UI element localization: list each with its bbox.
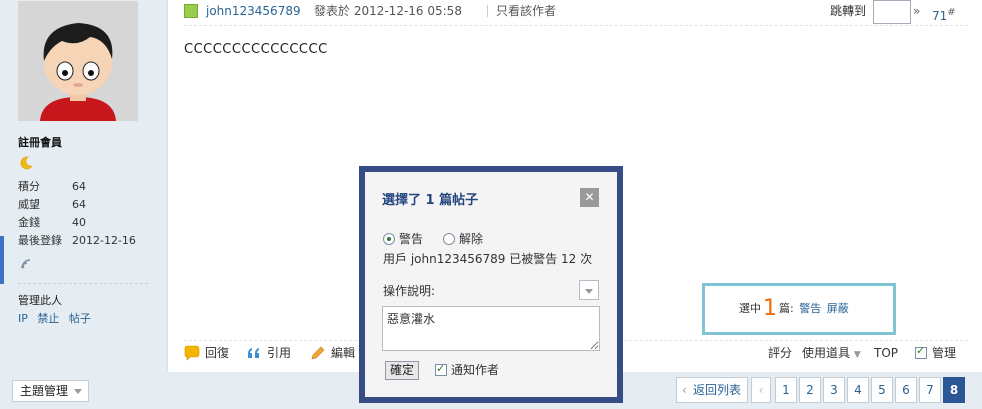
page-link[interactable]: 3 <box>823 377 845 403</box>
page-link[interactable]: 6 <box>895 377 917 403</box>
prev-page-icon[interactable]: ‹ <box>751 377 771 403</box>
stat-value: 2012-12-16 <box>72 234 136 247</box>
avatar[interactable] <box>18 1 138 121</box>
dialog-title: 選擇了 1 篇帖子 <box>382 193 479 208</box>
jump-floor-input[interactable] <box>873 0 911 24</box>
reply-label: 回復 <box>205 346 230 360</box>
stat-label: 威望 <box>18 198 40 211</box>
selected-prefix: 選中 <box>739 302 761 315</box>
page-link[interactable]: 7 <box>919 377 941 403</box>
jump-label: 跳轉到 <box>830 4 867 18</box>
thread-manage-dropdown[interactable]: 主題管理 <box>12 380 90 402</box>
author-link[interactable]: john123456789 <box>206 0 301 22</box>
chevron-down-icon: ▼ <box>853 350 861 360</box>
warning-count-text: 用戶 john123456789 已被警告 12 次 <box>383 252 593 266</box>
stat-value: 64 <box>72 180 86 193</box>
remove-warning-radio[interactable]: 解除 <box>443 230 483 247</box>
top-link[interactable]: TOP <box>874 341 898 365</box>
manage-label: 管理 <box>932 346 957 360</box>
reason-textarea[interactable]: 惡意灌水 <box>382 306 600 351</box>
manage-checkbox[interactable] <box>915 345 927 359</box>
avatar-image <box>18 1 138 121</box>
moderation-selection-box: 選中1 篇: 警告 屏蔽 <box>702 283 896 335</box>
edit-button[interactable]: 編輯 <box>310 341 355 365</box>
remove-radio-label: 解除 <box>459 232 484 246</box>
sidebar-divider <box>18 283 148 284</box>
side-tab[interactable] <box>0 236 4 284</box>
edit-label: 編輯 <box>331 346 356 360</box>
warn-radio[interactable]: 警告 <box>383 230 423 247</box>
reason-label: 操作說明: <box>383 284 436 298</box>
online-user-icon <box>184 4 198 18</box>
current-page: 8 <box>943 377 965 403</box>
notify-author-checkbox-group[interactable]: 通知作者 <box>435 361 499 378</box>
post-header: john123456789 發表於 2012-12-16 05:58 只看該作者… <box>184 0 968 26</box>
warn-post-dialog: 選擇了 1 篇帖子 ✕ 警告 解除 用戶 john123456789 已被警告 … <box>359 166 623 403</box>
ip-link[interactable]: IP <box>18 312 28 325</box>
post-content: CCCCCCCCCCCCCCC <box>184 42 328 57</box>
jump-go-button[interactable]: » <box>913 0 920 22</box>
notify-author-label: 通知作者 <box>451 363 500 377</box>
warn-radio-group: 警告 解除 <box>383 230 483 247</box>
moon-rank-icon <box>20 156 33 170</box>
online-status-icon <box>21 259 31 269</box>
quote-icon <box>248 348 259 358</box>
stat-row: 積分 64 <box>18 178 158 196</box>
manage-user-title: 管理此人 <box>18 294 62 307</box>
confirm-button[interactable]: 確定 <box>385 361 420 380</box>
ban-link[interactable]: 禁止 <box>37 312 59 325</box>
page-link[interactable]: 2 <box>799 377 821 403</box>
floor-suffix: # <box>947 7 956 18</box>
block-link[interactable]: 屏蔽 <box>827 302 849 315</box>
quote-label: 引用 <box>267 346 292 360</box>
user-group-label: 註冊會員 <box>18 136 62 149</box>
close-icon[interactable]: ✕ <box>580 188 599 207</box>
use-tool-label: 使用道具 <box>802 346 851 360</box>
floor-number[interactable]: 71# <box>932 2 956 27</box>
stat-row: 威望 64 <box>18 196 158 214</box>
back-to-list-button[interactable]: 返回列表 <box>676 377 749 403</box>
pagination: 1 2 3 4 5 6 7 8 <box>775 377 965 403</box>
stat-row: 最後登錄 2012-12-16 <box>18 232 158 250</box>
radio-selected-icon[interactable] <box>383 232 395 245</box>
floor-value: 71 <box>932 9 948 23</box>
pencil-icon <box>311 346 325 360</box>
speech-bubble-icon <box>184 345 200 361</box>
page-link[interactable]: 1 <box>775 377 797 403</box>
quote-button[interactable]: 引用 <box>246 341 291 365</box>
manage-checkbox-group[interactable]: 管理 <box>915 345 957 360</box>
rate-button[interactable]: 評分 <box>768 341 792 365</box>
stat-value: 64 <box>72 198 86 211</box>
stat-label: 金錢 <box>18 216 40 229</box>
user-sidebar: 註冊會員 積分 64 威望 64 金錢 40 最後登錄 2012-12-16 管理此人 … <box>0 0 168 372</box>
stat-label: 最後登錄 <box>18 234 62 247</box>
use-tool-dropdown[interactable]: 使用道具 ▼ <box>802 341 861 367</box>
warn-radio-label: 警告 <box>399 232 424 246</box>
stat-value: 40 <box>72 216 86 229</box>
only-author-link[interactable]: 只看該作者 <box>487 5 556 17</box>
post-time: 發表於 2012-12-16 05:58 <box>314 4 462 18</box>
notify-author-checkbox[interactable] <box>435 362 447 376</box>
selected-count: 1 <box>763 296 777 321</box>
stat-row: 金錢 40 <box>18 214 158 232</box>
selected-suffix: 篇: <box>779 302 794 315</box>
page-link[interactable]: 4 <box>847 377 869 403</box>
user-posts-link[interactable]: 帖子 <box>69 312 91 325</box>
moderation-selection-text: 選中1 篇: 警告 屏蔽 <box>739 296 849 321</box>
radio-unselected-icon[interactable] <box>443 232 456 245</box>
reason-preset-dropdown[interactable] <box>579 280 599 300</box>
manage-user-links: IP 禁止 帖子 <box>18 310 97 326</box>
reply-button[interactable]: 回復 <box>184 341 229 365</box>
page-link[interactable]: 5 <box>871 377 893 403</box>
user-stats: 積分 64 威望 64 金錢 40 最後登錄 2012-12-16 <box>18 178 158 250</box>
stat-label: 積分 <box>18 180 40 193</box>
warn-link[interactable]: 警告 <box>799 302 821 315</box>
